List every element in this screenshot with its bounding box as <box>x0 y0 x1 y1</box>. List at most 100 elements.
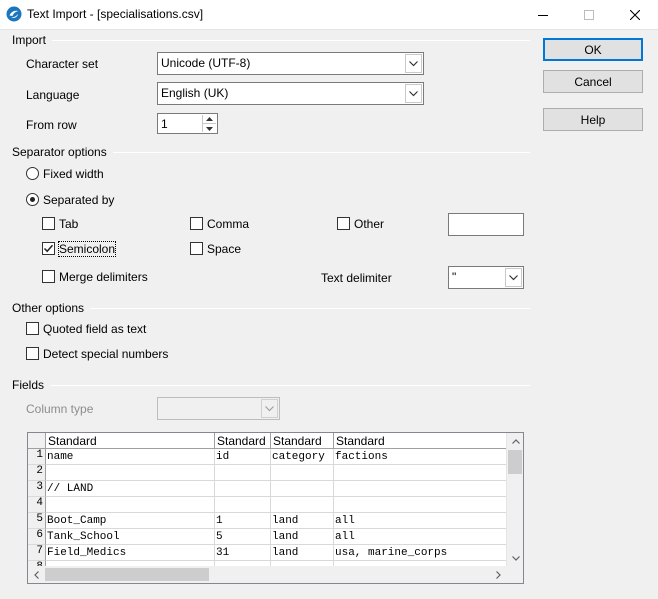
chevron-down-icon <box>261 399 278 418</box>
text-delimiter-value: " <box>452 270 457 284</box>
grid-cell: all <box>334 529 507 545</box>
grid-cell <box>46 465 215 481</box>
column-header[interactable]: Standard <box>215 433 271 449</box>
column-header[interactable]: Standard <box>334 433 507 449</box>
other-checkbox[interactable] <box>337 217 350 230</box>
row-number[interactable]: 7 <box>28 545 46 561</box>
comma-label[interactable]: Comma <box>207 217 249 231</box>
grid-cell: usa, marine_corps <box>334 545 507 561</box>
grid-cell: // LAND <box>46 481 215 497</box>
row-number[interactable]: 1 <box>28 449 46 465</box>
grid-cell: name <box>46 449 215 465</box>
detect-special-numbers-label[interactable]: Detect special numbers <box>43 347 168 361</box>
row-number[interactable]: 4 <box>28 497 46 513</box>
merge-delimiters-checkbox[interactable] <box>42 270 55 283</box>
chevron-down-icon <box>511 556 520 561</box>
ok-button[interactable]: OK <box>543 38 643 61</box>
grid-cell: factions <box>334 449 507 465</box>
row-number[interactable]: 3 <box>28 481 46 497</box>
grid-cell: 1 <box>215 513 271 529</box>
text-delimiter-label: Text delimiter <box>321 271 392 285</box>
cancel-button[interactable]: Cancel <box>543 70 643 93</box>
row-number[interactable]: 5 <box>28 513 46 529</box>
import-heading: Import <box>12 33 47 47</box>
scroll-left-button[interactable] <box>28 566 45 583</box>
grid-cell <box>271 465 334 481</box>
column-type-combo[interactable] <box>157 397 280 420</box>
separated-by-label[interactable]: Separated by <box>43 193 114 207</box>
separator-section-heading: Separator options <box>12 144 530 160</box>
charset-label: Character set <box>26 57 99 71</box>
minimize-button[interactable] <box>520 0 566 30</box>
separated-by-radio[interactable] <box>26 193 39 206</box>
detect-special-numbers-checkbox[interactable] <box>26 347 39 360</box>
quoted-field-checkbox[interactable] <box>26 322 39 335</box>
text-delimiter-combo[interactable]: " <box>448 266 524 289</box>
chevron-right-icon <box>496 570 501 579</box>
chevron-up-icon <box>511 439 520 444</box>
language-value: English (UK) <box>161 86 229 100</box>
tab-checkbox[interactable] <box>42 217 55 230</box>
horizontal-scroll-thumb[interactable] <box>45 568 209 581</box>
minimize-icon <box>538 15 548 16</box>
grid-cell: land <box>271 513 334 529</box>
chevron-down-icon <box>405 84 422 103</box>
grid-corner[interactable] <box>28 433 46 449</box>
comma-checkbox[interactable] <box>190 217 203 230</box>
fields-preview-grid[interactable]: Standard Standard Standard Standard 1 na… <box>27 432 524 584</box>
spin-down-button[interactable] <box>203 124 216 133</box>
window-title: Text Import - [specialisations.csv] <box>27 7 204 21</box>
grid-cell <box>271 497 334 513</box>
language-combo[interactable]: English (UK) <box>157 82 424 105</box>
row-number[interactable]: 2 <box>28 465 46 481</box>
quoted-field-label[interactable]: Quoted field as text <box>43 322 146 336</box>
semicolon-label[interactable]: Semicolon <box>57 241 117 257</box>
fixed-width-label[interactable]: Fixed width <box>43 167 104 181</box>
help-button[interactable]: Help <box>543 108 643 131</box>
tab-label[interactable]: Tab <box>59 217 78 231</box>
scroll-right-button[interactable] <box>490 566 507 583</box>
semicolon-checkbox[interactable] <box>42 242 55 255</box>
grid-cell <box>334 481 507 497</box>
import-section-heading: Import <box>12 32 530 48</box>
charset-combo[interactable]: Unicode (UTF-8) <box>157 52 424 75</box>
title-bar: Text Import - [specialisations.csv] <box>0 0 658 30</box>
row-number[interactable]: 6 <box>28 529 46 545</box>
column-header[interactable]: Standard <box>271 433 334 449</box>
grid-cell <box>334 497 507 513</box>
grid-cell <box>46 497 215 513</box>
charset-value: Unicode (UTF-8) <box>161 56 251 70</box>
spin-up-button[interactable] <box>203 115 216 124</box>
fromrow-value: 1 <box>161 117 168 131</box>
horizontal-scrollbar[interactable] <box>28 566 507 583</box>
column-header[interactable]: Standard <box>46 433 215 449</box>
other-label[interactable]: Other <box>354 217 384 231</box>
other-separator-input[interactable] <box>448 213 524 236</box>
fixed-width-radio[interactable] <box>26 167 39 180</box>
grid-cell: Field_Medics <box>46 545 215 561</box>
space-label[interactable]: Space <box>207 242 241 256</box>
vertical-scrollbar[interactable] <box>506 433 523 567</box>
maximize-icon <box>584 10 594 20</box>
close-button[interactable] <box>612 0 658 30</box>
vertical-scroll-thumb[interactable] <box>508 450 522 474</box>
grid-cell: id <box>215 449 271 465</box>
scroll-up-button[interactable] <box>507 433 523 450</box>
grid-cell <box>215 497 271 513</box>
grid-cell: 5 <box>215 529 271 545</box>
space-checkbox[interactable] <box>190 242 203 255</box>
column-type-label: Column type <box>26 402 94 416</box>
grid-cell <box>215 481 271 497</box>
merge-delimiters-label[interactable]: Merge delimiters <box>59 270 148 284</box>
grid-cell <box>334 465 507 481</box>
scroll-corner <box>506 566 523 583</box>
libreoffice-icon <box>6 6 22 22</box>
triangle-down-icon <box>206 126 213 131</box>
scroll-down-button[interactable] <box>507 550 523 567</box>
other-options-heading: Other options <box>12 301 85 315</box>
maximize-button[interactable] <box>566 0 612 30</box>
grid-cell: Tank_School <box>46 529 215 545</box>
fromrow-spinner[interactable]: 1 <box>157 113 218 134</box>
fields-heading: Fields <box>12 378 45 392</box>
grid-cell: 31 <box>215 545 271 561</box>
